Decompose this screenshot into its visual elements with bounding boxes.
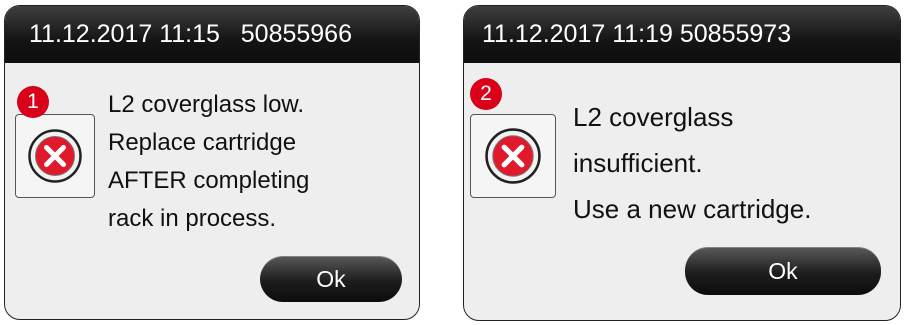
callout-number: 2 [470, 78, 502, 110]
error-x-icon [485, 128, 541, 184]
dialog-header: 11.12.2017 11:15 50855966 [5, 6, 419, 63]
ok-button[interactable]: Ok [685, 247, 881, 295]
error-message: L2 coverglass insufficient. Use a new ca… [573, 94, 811, 232]
error-icon-frame [470, 114, 556, 198]
message-line: Replace cartridge [108, 129, 297, 156]
error-dialog-insufficient-coverglass: 11.12.2017 11:19 50855973 2 L2 coverglas… [463, 5, 901, 321]
callout-number: 1 [17, 86, 49, 118]
message-line: rack in process. [108, 205, 277, 232]
ok-button[interactable]: Ok [260, 256, 402, 302]
error-icon-frame [15, 114, 95, 198]
error-dialog-low-coverglass: 11.12.2017 11:15 50855966 1 L2 coverglas… [4, 5, 420, 320]
message-line: AFTER completing [108, 167, 310, 194]
dialog-header: 11.12.2017 11:19 50855973 [464, 6, 900, 63]
message-line: L2 coverglass low. [108, 91, 305, 118]
error-message: L2 coverglass low. Replace cartridge AFT… [108, 86, 309, 238]
error-x-icon [28, 129, 82, 183]
message-line: L2 coverglass [573, 102, 734, 132]
message-line: Use a new cartridge. [573, 194, 812, 224]
message-line: insufficient. [573, 148, 703, 178]
